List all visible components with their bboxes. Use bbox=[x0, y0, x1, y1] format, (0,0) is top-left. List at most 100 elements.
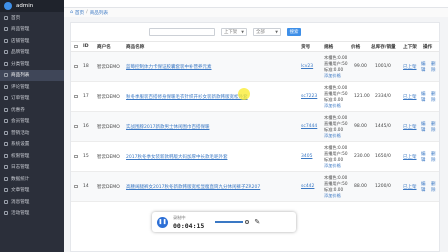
status-toggle-link[interactable]: 已上架 bbox=[403, 154, 417, 160]
status-select[interactable]: 上下架 ▼ bbox=[221, 28, 247, 36]
delete-link[interactable]: 删除 bbox=[431, 121, 439, 133]
sku-link[interactable]: lcv23 bbox=[301, 64, 313, 69]
edit-link[interactable]: 编辑 bbox=[421, 61, 429, 73]
delete-link[interactable]: 删除 bbox=[431, 91, 439, 103]
edit-link[interactable]: 编辑 bbox=[421, 121, 429, 133]
cell-sku[interactable]: sc7223 bbox=[301, 82, 317, 111]
edit-link[interactable]: 编辑 bbox=[421, 151, 429, 163]
row-checkbox[interactable] bbox=[74, 82, 82, 111]
product-name-link[interactable]: 2017秋冬季女装新款韩版大码加厚中长款毛呢外套 bbox=[126, 154, 227, 160]
add-price-link[interactable]: 添加价格 bbox=[324, 133, 341, 138]
product-name-link[interactable]: 蓝莓控制体力卡保证胶囊套装中补营养元素 bbox=[126, 64, 212, 70]
breadcrumb-home[interactable]: 首页 bbox=[75, 10, 84, 16]
sidebar-item[interactable]: 品牌管理 bbox=[0, 47, 64, 59]
cell-shop: 智云DEMO bbox=[97, 64, 120, 70]
cell-sku[interactable]: lcv23 bbox=[301, 52, 313, 81]
cell-shop: 智云DEMO bbox=[97, 94, 120, 100]
sku-link[interactable]: 3405 bbox=[301, 154, 312, 159]
cell-name[interactable]: 蓝莓控制体力卡保证胶囊套装中补营养元素 bbox=[126, 52, 298, 81]
admin-name[interactable]: admin bbox=[16, 3, 33, 9]
sidebar-item[interactable]: 订单管理 bbox=[0, 93, 64, 105]
sidebar-item[interactable]: 日志管理 bbox=[0, 162, 64, 174]
delete-link[interactable]: 删除 bbox=[431, 151, 439, 163]
cell-name[interactable]: 秋冬季服装百搭修身保暖毛衣针织开衫女装新款韩版宽松外套 bbox=[126, 82, 298, 111]
cursor-highlight bbox=[238, 88, 250, 100]
row-checkbox[interactable] bbox=[74, 52, 82, 81]
pause-icon[interactable]: ❚❚ bbox=[157, 216, 168, 228]
add-price-link[interactable]: 添加价格 bbox=[324, 73, 341, 78]
row-checkbox[interactable] bbox=[74, 142, 82, 171]
table-row: 17 智云DEMO 秋冬季服装百搭修身保暖毛衣针织开衫女装新款韩版宽松外套 sc722… bbox=[71, 82, 439, 112]
sidebar-item[interactable]: 首页 bbox=[0, 12, 64, 24]
row-checkbox[interactable] bbox=[74, 172, 82, 201]
category-select[interactable]: 全部 ▼ bbox=[253, 28, 281, 36]
add-price-link[interactable]: 添加价格 bbox=[324, 163, 341, 168]
sidebar-item[interactable]: 文章管理 bbox=[0, 185, 64, 197]
edit-link[interactable]: 编辑 bbox=[421, 181, 429, 193]
product-name-link[interactable]: 秋冬季服装百搭修身保暖毛衣针织开衫女装新款韩版宽松外套 bbox=[126, 94, 248, 100]
chevron-down-icon: ▼ bbox=[241, 30, 244, 34]
admin-avatar[interactable] bbox=[4, 2, 12, 10]
cell-status[interactable]: 已上架 bbox=[403, 172, 417, 201]
sidebar-item-label: 活动管理 bbox=[11, 211, 30, 217]
row-checkbox[interactable] bbox=[74, 112, 82, 141]
cell-name[interactable]: 2017秋冬季女装新款韩版大码加厚中长款毛呢外套 bbox=[126, 142, 298, 171]
cell-status[interactable]: 已上架 bbox=[403, 52, 417, 81]
sidebar-item[interactable]: 优惠券 bbox=[0, 104, 64, 116]
cell-status[interactable]: 已上架 bbox=[403, 82, 417, 111]
cell-shop: 智云DEMO bbox=[97, 184, 120, 190]
cell-ops: 编辑 删除 bbox=[421, 172, 439, 201]
sidebar-item-label: 营销活动 bbox=[11, 130, 30, 136]
cell-id: 18 bbox=[83, 64, 89, 69]
breadcrumb: ⌂ 首页 / 商品列表 bbox=[64, 8, 448, 17]
volume-slider-track[interactable] bbox=[215, 221, 244, 223]
cell-price: 121.00 bbox=[354, 94, 370, 99]
sidebar-item[interactable]: 店铺管理 bbox=[0, 35, 64, 47]
add-price-link[interactable]: 添加价格 bbox=[324, 193, 341, 198]
delete-link[interactable]: 删除 bbox=[431, 181, 439, 193]
volume-slider-handle[interactable] bbox=[245, 220, 250, 224]
sidebar-item[interactable]: 系统设置 bbox=[0, 139, 64, 151]
sidebar-item[interactable]: 商品列表 bbox=[0, 69, 64, 81]
pen-icon[interactable]: ✎ bbox=[254, 218, 260, 226]
cell-name[interactable]: 高腰阔腿裤女2017秋冬新款韩版宽松显瘦直筒九分休闲裤子ZR207 bbox=[126, 172, 298, 201]
sidebar-item[interactable]: 数据统计 bbox=[0, 173, 64, 185]
add-price-link[interactable]: 添加价格 bbox=[324, 103, 341, 108]
sidebar-item[interactable]: 商品管理 bbox=[0, 24, 64, 36]
status-toggle-link[interactable]: 已上架 bbox=[403, 94, 417, 100]
sku-link[interactable]: sc7444 bbox=[301, 124, 317, 129]
sidebar-item[interactable]: 分类管理 bbox=[0, 58, 64, 70]
sku-link[interactable]: sc7223 bbox=[301, 94, 317, 99]
sidebar-item[interactable]: 评论管理 bbox=[0, 81, 64, 93]
product-name-link[interactable]: 实战围脖2017新款男士休闲围巾百搭保暖 bbox=[126, 124, 209, 130]
sidebar-item[interactable]: 消息管理 bbox=[0, 196, 64, 208]
search-button[interactable]: 搜索 bbox=[287, 28, 301, 36]
search-input[interactable] bbox=[149, 28, 215, 36]
breadcrumb-current: 商品列表 bbox=[89, 10, 109, 16]
cell-status[interactable]: 已上架 bbox=[403, 142, 417, 171]
sidebar-item[interactable]: 权限管理 bbox=[0, 150, 64, 162]
status-toggle-link[interactable]: 已上架 bbox=[403, 64, 417, 70]
sidebar-item[interactable]: 会员管理 bbox=[0, 116, 64, 128]
recording-label: 录制中 bbox=[173, 214, 186, 220]
status-toggle-link[interactable]: 已上架 bbox=[403, 124, 417, 130]
table-row: 14 智云DEMO 高腰阔腿裤女2017秋冬新款韩版宽松显瘦直筒九分休闲裤子ZR20… bbox=[71, 172, 439, 202]
menu-icon bbox=[4, 119, 8, 124]
delete-link[interactable]: 删除 bbox=[431, 61, 439, 73]
cell-spec: 木槿色:0.00 直播用户:50 标准:0.00 添加价格 bbox=[324, 172, 350, 201]
edit-link[interactable]: 编辑 bbox=[421, 91, 429, 103]
sku-link[interactable]: sc442 bbox=[301, 184, 314, 189]
header-checkbox[interactable] bbox=[74, 42, 82, 51]
spec-line: 直播用户:50 bbox=[324, 121, 348, 126]
cell-sku[interactable]: sc442 bbox=[301, 172, 314, 201]
sidebar-item[interactable]: 活动管理 bbox=[0, 208, 64, 220]
cell-sku[interactable]: sc7444 bbox=[301, 112, 317, 141]
cell-status[interactable]: 已上架 bbox=[403, 112, 417, 141]
cell-name[interactable]: 实战围脖2017新款男士休闲围巾百搭保暖 bbox=[126, 112, 298, 141]
status-toggle-link[interactable]: 已上架 bbox=[403, 184, 417, 190]
cell-sku[interactable]: 3405 bbox=[301, 142, 312, 171]
sidebar-item[interactable]: 营销活动 bbox=[0, 127, 64, 139]
product-name-link[interactable]: 高腰阔腿裤女2017秋冬新款韩版宽松显瘦直筒九分休闲裤子ZR207 bbox=[126, 184, 260, 190]
cell-ops: 编辑 删除 bbox=[421, 82, 439, 111]
sidebar-item-label: 商品列表 bbox=[11, 73, 30, 79]
